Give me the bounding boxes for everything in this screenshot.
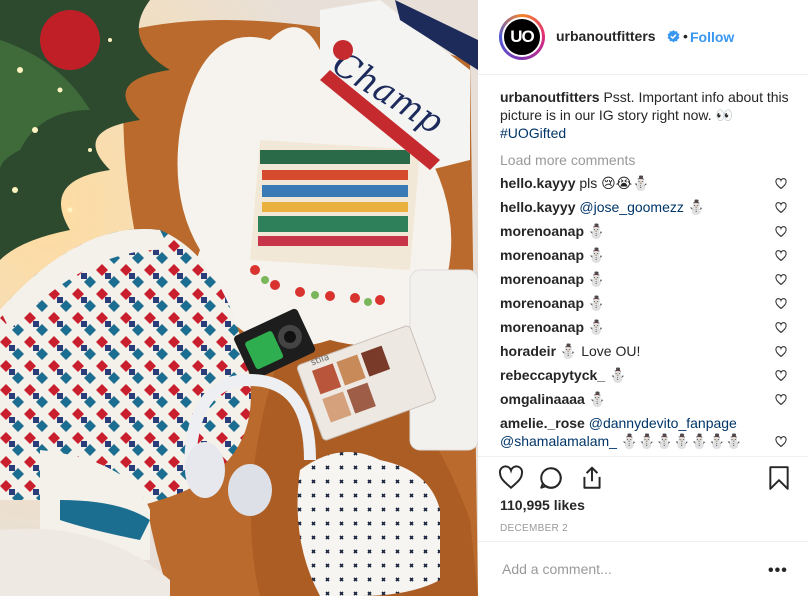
comment-text: ⛄ (584, 247, 606, 263)
comment-bubble-icon[interactable] (538, 465, 564, 491)
comment-text: ⛄ (584, 271, 606, 287)
comment-like-icon[interactable] (775, 436, 787, 448)
comment-row: morenoanap ⛄ (500, 246, 790, 264)
avatar-image: UO (502, 17, 542, 57)
caption-username[interactable]: urbanoutfitters (500, 89, 600, 105)
post-header: UO urbanoutfitters • Follow (478, 0, 808, 75)
comment-row: morenoanap ⛄ (500, 318, 790, 336)
avatar[interactable]: UO (499, 14, 545, 60)
comment-username[interactable]: rebeccapytyck_ (500, 367, 605, 383)
post-sidebar: UO urbanoutfitters • Follow urbanoutfitt… (478, 0, 808, 596)
comment-like-icon[interactable] (775, 322, 787, 334)
comment-mention[interactable]: @jose_goomezz (576, 199, 684, 215)
comment-text: ⛄ (584, 319, 606, 335)
verified-badge-icon (667, 30, 680, 43)
likes-count[interactable]: 110,995 likes (500, 497, 585, 513)
comment-like-icon[interactable] (775, 394, 787, 406)
comment-row: morenoanap ⛄ (500, 270, 790, 288)
comment-like-icon[interactable] (775, 226, 787, 238)
comment-username[interactable]: morenoanap (500, 247, 584, 263)
comment-text: ⛄ (584, 295, 606, 311)
separator-dot: • (683, 28, 688, 44)
add-comment-input[interactable] (500, 560, 744, 578)
post-actions: 110,995 likes DECEMBER 2 ••• (478, 456, 808, 597)
save-bookmark-icon[interactable] (766, 465, 792, 491)
comment-username[interactable]: morenoanap (500, 295, 584, 311)
comment-row: amelie._rose @dannydevito_fanpage @shamal… (500, 414, 790, 450)
comment-row: morenoanap ⛄ (500, 222, 790, 240)
post-date: DECEMBER 2 (500, 523, 569, 534)
post-caption: urbanoutfitters Psst. Important info abo… (500, 88, 790, 142)
comment-username[interactable]: amelie._rose (500, 415, 585, 431)
load-more-comments[interactable]: Load more comments (500, 152, 790, 168)
post-photo[interactable]: Champ stila (0, 0, 478, 596)
more-options-button[interactable]: ••• (768, 562, 788, 580)
like-heart-icon[interactable] (498, 465, 524, 491)
comment-row: hello.kayyy @jose_goomezz ⛄ (500, 198, 790, 216)
share-icon[interactable] (579, 465, 605, 491)
comment-username[interactable]: morenoanap (500, 271, 584, 287)
comment-username[interactable]: omgalinaaaa (500, 391, 585, 407)
comment-username[interactable]: morenoanap (500, 223, 584, 239)
photo-illustration: Champ stila (0, 0, 478, 596)
header-username[interactable]: urbanoutfitters (556, 28, 656, 44)
comment-username[interactable]: morenoanap (500, 319, 584, 335)
comment-text: ⛄ (605, 367, 627, 383)
comment-row: rebeccapytyck_ ⛄ (500, 366, 790, 384)
comment-text: ⛄ (584, 391, 607, 407)
comment-mention[interactable]: @shamalamalam_ (500, 433, 617, 449)
comment-username[interactable]: hello.kayyy (500, 175, 576, 191)
comment-like-icon[interactable] (775, 178, 787, 190)
comment-row: hello.kayyy pls 😢😭⛄ (500, 174, 790, 192)
comment-like-icon[interactable] (775, 370, 787, 382)
comment-like-icon[interactable] (775, 274, 787, 286)
caption-hashtag[interactable]: #UOGifted (500, 125, 566, 141)
comment-like-icon[interactable] (775, 346, 787, 358)
follow-button[interactable]: Follow (690, 29, 734, 45)
comment-text: ⛄⛄⛄⛄⛄⛄⛄ (616, 433, 743, 449)
comment-row: omgalinaaaa ⛄ (500, 390, 790, 408)
comment-like-icon[interactable] (775, 250, 787, 262)
comment-row: morenoanap ⛄ (500, 294, 790, 312)
comment-text: pls 😢😭⛄ (575, 175, 650, 191)
add-comment-bar: ••• (478, 541, 808, 598)
comment-mention[interactable]: @dannydevito_fanpage (585, 415, 737, 431)
comment-text: ⛄ (584, 223, 606, 239)
comment-like-icon[interactable] (775, 298, 787, 310)
comment-row: horadeir ⛄ Love OU! (500, 342, 790, 360)
comment-username[interactable]: hello.kayyy (500, 199, 576, 215)
comments-list: urbanoutfitters Psst. Important info abo… (500, 88, 790, 450)
comment-text: ⛄ Love OU! (556, 343, 641, 359)
comment-username[interactable]: horadeir (500, 343, 556, 359)
comment-text: ⛄ (683, 199, 706, 215)
comment-like-icon[interactable] (775, 202, 787, 214)
